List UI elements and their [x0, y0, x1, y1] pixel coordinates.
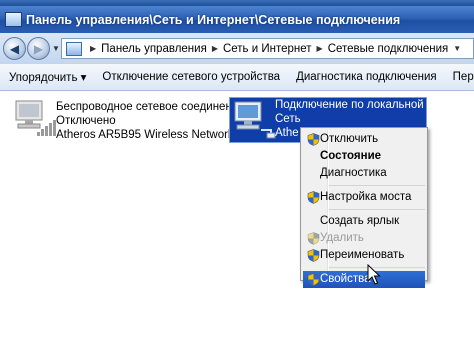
rename-button[interactable]: Переименование	[445, 71, 474, 83]
uac-shield-icon	[307, 273, 320, 286]
breadcrumb-separator-icon[interactable]: ▶	[212, 44, 218, 53]
menu-item-2[interactable]: Состояние	[303, 148, 425, 165]
control-panel-icon	[66, 41, 82, 56]
uac-shield-icon	[307, 232, 320, 245]
arrow-left-icon: ◀	[9, 41, 20, 56]
breadcrumb-network-internet[interactable]: Сеть и Интернет	[223, 43, 312, 55]
menu-item-7[interactable]: Создать ярлык	[303, 213, 425, 230]
menu-item-9[interactable]: Переименовать	[303, 247, 425, 264]
recent-pages-dropdown[interactable]: ▼	[52, 44, 60, 53]
menu-item-1[interactable]: Отключить	[303, 131, 425, 148]
lan-adapter-icon	[234, 101, 276, 139]
uac-shield-icon	[307, 133, 320, 146]
menu-item-label: Настройка моста	[320, 191, 412, 203]
uac-shield-icon	[307, 249, 320, 262]
breadcrumb-separator-icon[interactable]: ▶	[90, 44, 96, 53]
menu-item-label: Отключить	[320, 133, 379, 145]
wireless-adapter-icon	[15, 100, 56, 136]
menu-separator	[329, 185, 425, 186]
diagnose-connection-button[interactable]: Диагностика подключения	[288, 71, 445, 83]
context-menu-items: Отключить Состояние Диагностика Настройка м…	[301, 131, 427, 288]
connection-status: Сеть	[275, 113, 301, 125]
arrow-right-icon: ▶	[33, 41, 44, 56]
connection-name: Подключение по локальной сети	[275, 99, 451, 111]
window-title: Панель управления\Сеть и Интернет\Сетевы…	[26, 12, 401, 27]
menu-item-5[interactable]: Настройка моста	[303, 189, 425, 206]
organize-button[interactable]: Упорядочить ▾	[0, 70, 94, 84]
uac-shield-icon	[307, 191, 320, 204]
connection-adapter: Atheros AR5B95 Wireless Network A...	[56, 129, 254, 141]
command-bar: Упорядочить ▾ Отключение сетевого устрой…	[0, 64, 474, 91]
breadcrumb-dropdown-icon[interactable]: ▼	[453, 44, 461, 53]
menu-item-label: Удалить	[320, 232, 364, 244]
back-button[interactable]: ◀	[3, 37, 26, 60]
connection-item-wireless[interactable]: Беспроводное сетевое соединение Отключен…	[12, 99, 254, 145]
menu-item-label: Создать ярлык	[320, 215, 400, 227]
breadcrumb-control-panel[interactable]: Панель управления	[101, 43, 207, 55]
menu-item-label: Свойства	[320, 273, 371, 285]
connection-status: Отключено	[56, 115, 116, 127]
control-panel-icon	[5, 12, 22, 27]
menu-item-11[interactable]: Свойства	[303, 271, 425, 288]
window-titlebar[interactable]: Панель управления\Сеть и Интернет\Сетевы…	[0, 6, 474, 33]
context-menu: Отключить Состояние Диагностика Настройка м…	[300, 127, 428, 288]
menu-item-8: Удалить	[303, 230, 425, 247]
menu-item-label: Состояние	[320, 150, 382, 162]
address-bar[interactable]: ▶ Панель управления ▶ Сеть и Интернет ▶ …	[61, 38, 474, 59]
mouse-pointer-icon	[367, 264, 381, 285]
breadcrumb-network-connections[interactable]: Сетевые подключения	[328, 43, 449, 55]
navigation-bar: ◀ ▶ ▼ ▶ Панель управления ▶ Сеть и Интер…	[0, 33, 474, 65]
menu-item-label: Диагностика	[320, 167, 387, 179]
menu-item-label: Переименовать	[320, 249, 405, 261]
disable-device-button[interactable]: Отключение сетевого устройства	[94, 71, 288, 83]
breadcrumb-separator-icon[interactable]: ▶	[317, 44, 323, 53]
menu-separator	[329, 209, 425, 210]
menu-item-3[interactable]: Диагностика	[303, 165, 425, 182]
connection-name: Беспроводное сетевое соединение	[56, 101, 245, 113]
forward-button[interactable]: ▶	[27, 37, 50, 60]
